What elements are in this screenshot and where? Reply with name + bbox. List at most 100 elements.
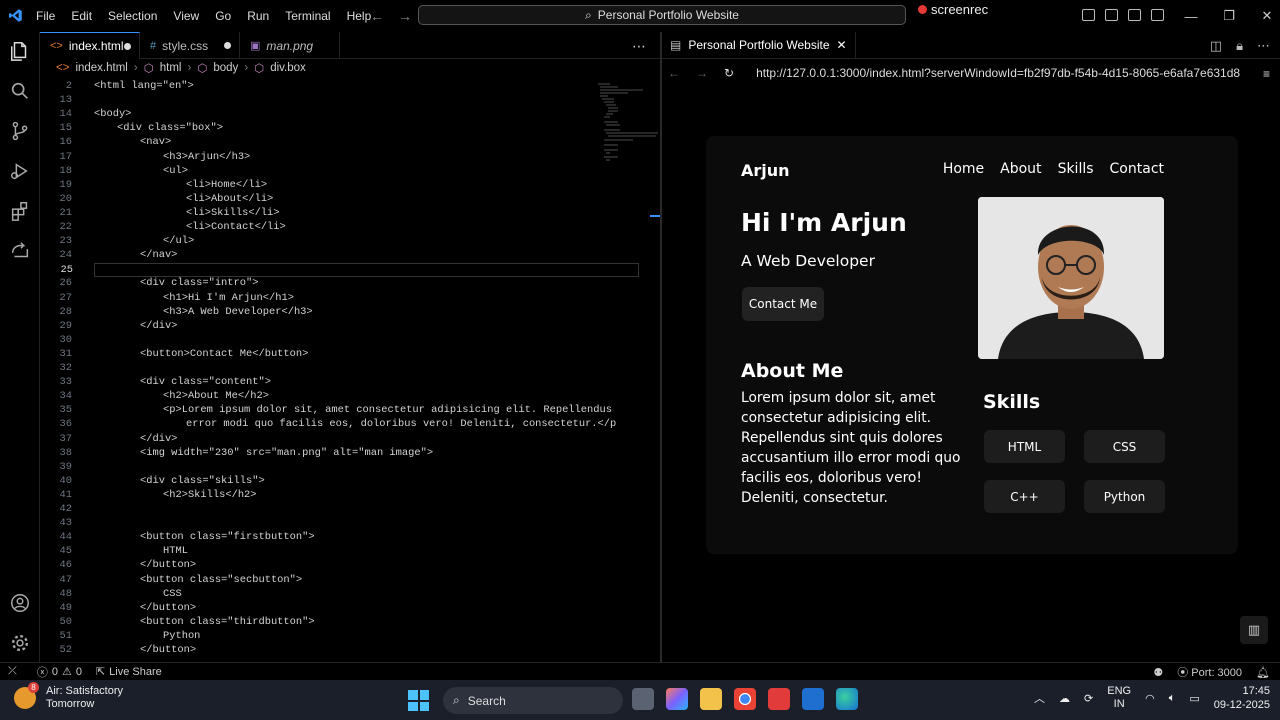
line-number: 52 [59, 644, 72, 656]
back-arrow-icon[interactable]: ← [668, 66, 680, 80]
tab-style-css[interactable]: # style.css [140, 32, 240, 59]
close-window-icon[interactable]: ✕ [1248, 8, 1280, 24]
code-line: 23 </ul> [40, 235, 600, 249]
menu-item[interactable]: Edit [63, 9, 100, 23]
line-number: 45 [59, 545, 72, 558]
notifications-bell-icon[interactable]: 🔔︎ [1256, 666, 1270, 679]
language-indicator[interactable]: ENG IN [1107, 685, 1131, 711]
settings-gear-icon[interactable] [9, 632, 31, 654]
file-explorer-icon[interactable] [700, 688, 722, 710]
windows-start-icon[interactable] [408, 690, 429, 711]
code-line: 29 </div> [40, 320, 600, 334]
taskbar-search[interactable]: ⌕ Search [443, 687, 623, 714]
live-share-status[interactable]: ⇱ Live Share [96, 665, 162, 679]
menu-item[interactable]: Run [239, 9, 277, 23]
extensions-icon[interactable] [9, 200, 31, 222]
vscode-taskbar-icon[interactable] [802, 688, 824, 710]
taskbar-apps [632, 688, 858, 710]
tab-preview[interactable]: ▤ Personal Portfolio Website ✕ [662, 31, 856, 59]
sync-icon[interactable]: ⟳ [1084, 692, 1093, 705]
battery-icon[interactable]: ▭ [1189, 692, 1199, 705]
skill-cpp-button[interactable]: C++ [984, 480, 1065, 513]
line-number: 49 [59, 601, 72, 614]
code-line: 43 [40, 517, 600, 531]
task-view-icon[interactable] [632, 688, 654, 710]
reload-icon[interactable]: ↻ [724, 66, 734, 80]
menu-item[interactable]: File [28, 9, 63, 23]
minimize-icon[interactable]: — [1172, 9, 1210, 24]
back-arrow-icon[interactable]: ← [370, 8, 384, 24]
lock-icon[interactable]: 🔒︎ [1236, 38, 1243, 54]
port-status[interactable]: ⦿ Port: 3000 [1177, 664, 1242, 680]
record-dot-icon [918, 5, 927, 14]
contact-me-button[interactable]: Contact Me [742, 287, 824, 321]
onedrive-icon[interactable]: ☁ [1059, 692, 1070, 705]
menu-item[interactable]: Selection [100, 9, 165, 23]
live-share-icon[interactable] [9, 240, 31, 262]
toggle-secondary-sidebar-icon[interactable] [1151, 9, 1164, 21]
toggle-panel-icon[interactable] [1128, 9, 1141, 21]
breadcrumb-item[interactable]: div.box [270, 62, 306, 74]
command-center[interactable]: ⌕ Personal Portfolio Website [418, 5, 906, 25]
menu-item[interactable]: Terminal [277, 9, 338, 23]
weather-widget[interactable]: 8 Air: Satisfactory Tomorrow [14, 682, 123, 711]
code-line: 24 </nav> [40, 249, 600, 263]
code-editor[interactable]: 2 <html lang="en"> 13 14 <body> 15 <div class=… [40, 80, 660, 662]
minimap[interactable] [588, 82, 660, 182]
line-number: 25 [60, 264, 73, 277]
restore-icon[interactable]: ❐ [1210, 8, 1248, 24]
edge-icon[interactable] [836, 688, 858, 710]
menu-item[interactable]: Go [207, 9, 239, 23]
close-tab-icon[interactable]: ✕ [837, 38, 847, 52]
tray-overflow-icon[interactable]: ︿ [1034, 690, 1045, 706]
account-icon[interactable] [9, 592, 31, 614]
screen-recorder-icon[interactable] [768, 688, 790, 710]
menu-icon[interactable]: ≡ [1263, 67, 1270, 81]
volume-icon[interactable]: 🔈︎ [1169, 692, 1176, 705]
more-actions-icon[interactable]: ⋯ [632, 38, 646, 55]
lang-region: IN [1113, 698, 1125, 710]
unsaved-dot-icon[interactable] [124, 43, 131, 50]
clock[interactable]: 17:45 09-12-2025 [1214, 684, 1270, 712]
copilot-icon[interactable]: ⚉ [1153, 666, 1163, 679]
line-number: 38 [59, 446, 72, 459]
tab-man-png[interactable]: ▣ man.png [240, 32, 340, 59]
customize-layout-icon[interactable] [1082, 9, 1095, 21]
menu-item[interactable]: View [165, 9, 207, 23]
remote-icon[interactable]: ⤫ [8, 665, 17, 678]
url-input[interactable]: http://127.0.0.1:3000/index.html?serverW… [756, 66, 1240, 80]
chrome-icon[interactable] [734, 688, 756, 710]
breadcrumb-item[interactable]: index.html [75, 62, 127, 74]
nav-skills[interactable]: Skills [1058, 161, 1094, 177]
split-editor-icon[interactable]: ◫ [1210, 38, 1222, 54]
more-actions-icon[interactable]: ⋯ [1257, 38, 1270, 54]
line-text: <div class="box"> [117, 122, 224, 135]
screen-recorder-badge: screenrec [918, 2, 988, 17]
search-icon[interactable] [9, 80, 31, 102]
breadcrumb-item[interactable]: html [160, 62, 182, 74]
nav-contact[interactable]: Contact [1110, 161, 1164, 177]
wifi-icon[interactable]: ◠ [1145, 692, 1155, 705]
forward-arrow-icon[interactable]: → [398, 8, 412, 24]
problems-indicator[interactable]: ⓧ 0 ⚠ 0 [37, 664, 82, 680]
nav-about[interactable]: About [1000, 161, 1041, 177]
code-line: 47 <button class="secbutton"> [40, 574, 600, 588]
profile-photo [978, 197, 1164, 359]
skill-html-button[interactable]: HTML [984, 430, 1065, 463]
skill-css-button[interactable]: CSS [1084, 430, 1165, 463]
source-control-icon[interactable] [9, 120, 31, 142]
skill-python-button[interactable]: Python [1084, 480, 1165, 513]
copilot-icon[interactable] [666, 688, 688, 710]
toggle-primary-sidebar-icon[interactable] [1105, 9, 1118, 21]
run-debug-icon[interactable] [9, 160, 31, 182]
forward-arrow-icon[interactable]: → [696, 66, 708, 80]
code-line: 28 <h3>A Web Developer</h3> [40, 306, 600, 320]
line-text: <li>Skills</li> [186, 206, 280, 219]
unsaved-dot-icon[interactable] [224, 42, 231, 49]
breadcrumb-item[interactable]: body [213, 62, 238, 74]
explorer-icon[interactable] [9, 40, 31, 62]
layout-grid-icon[interactable]: ▥ [1240, 616, 1268, 644]
title-bar: File Edit Selection View Go Run Terminal Help ←… [0, 0, 1280, 32]
tab-index-html[interactable]: <> index.html [40, 32, 140, 59]
nav-home[interactable]: Home [943, 161, 984, 177]
